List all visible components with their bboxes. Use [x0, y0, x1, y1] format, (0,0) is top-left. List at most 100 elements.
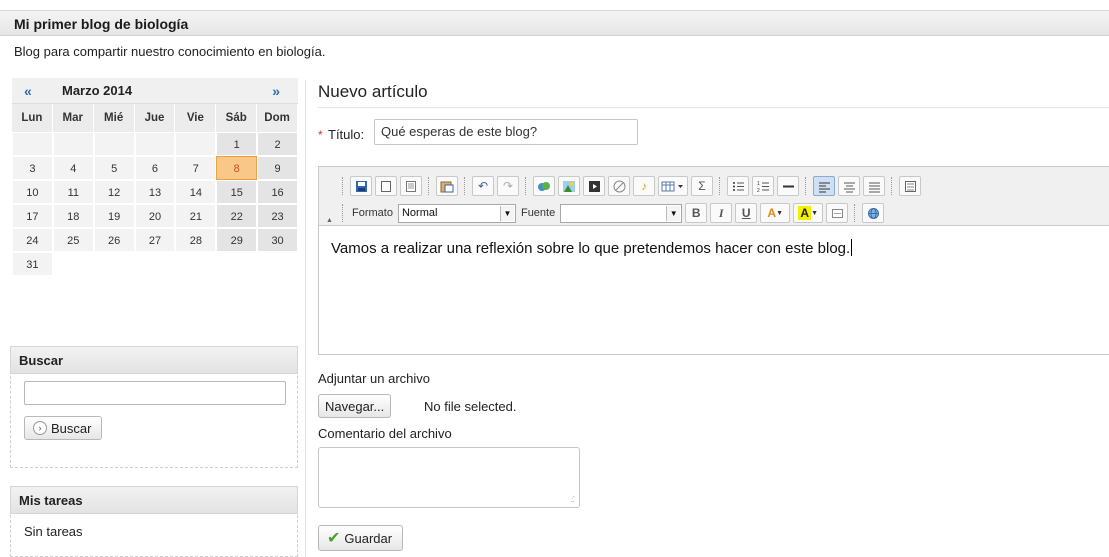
calendar-day[interactable]: 10 [12, 180, 53, 204]
justify-icon[interactable] [863, 176, 885, 196]
numbered-list-icon[interactable]: 12 [752, 176, 774, 196]
calendar-day[interactable]: 22 [216, 204, 258, 228]
calendar-day[interactable]: 9 [257, 156, 298, 180]
underline-icon[interactable]: U [735, 203, 758, 223]
previous-month-button[interactable]: « [24, 83, 32, 99]
calendar-day[interactable]: 13 [134, 180, 176, 204]
calendar-day[interactable]: 18 [52, 204, 94, 228]
calendar-day[interactable]: 19 [93, 204, 135, 228]
remove-format-icon[interactable] [826, 203, 849, 223]
format-label: Formato [352, 207, 393, 219]
font-select[interactable]: ▼ [560, 203, 683, 223]
rich-text-editor: ▲ ↶ ↷ ♪ Σ 12 Formato Normal ▼ Fuente ▼ B… [318, 166, 1109, 355]
resize-grip-icon[interactable]: .:⁚ [570, 495, 575, 504]
align-left-icon[interactable] [813, 176, 835, 196]
italic-icon[interactable]: I [710, 203, 733, 223]
attach-file-label: Adjuntar un archivo [318, 371, 431, 386]
audio-icon[interactable]: ♪ [633, 176, 655, 196]
calendar-day[interactable]: 2 [257, 132, 298, 156]
image-icon[interactable] [558, 176, 580, 196]
calendar-day[interactable]: 23 [257, 204, 298, 228]
calendar-day[interactable]: 26 [93, 228, 135, 252]
calendar-day[interactable]: 15 [216, 180, 258, 204]
calendar-day[interactable]: 16 [257, 180, 298, 204]
preview-icon[interactable] [400, 176, 422, 196]
calendar-month: Marzo 2014 [62, 83, 133, 98]
table-icon[interactable] [658, 176, 688, 196]
weekday-header: Sáb [216, 104, 258, 132]
calendar-day[interactable]: 6 [134, 156, 176, 180]
toolbar-separator [854, 204, 856, 222]
redo-icon[interactable]: ↷ [497, 176, 519, 196]
calendar-day[interactable]: 14 [175, 180, 217, 204]
chevron-right-icon: › [33, 421, 47, 435]
calendar-day[interactable]: 8 [216, 156, 258, 180]
calendar-day[interactable]: 27 [134, 228, 176, 252]
calendar-day[interactable]: 4 [52, 156, 94, 180]
calendar-day[interactable]: 24 [12, 228, 53, 252]
text-caret [851, 239, 853, 256]
title-input[interactable]: Qué esperas de este blog? [374, 119, 638, 145]
align-center-icon[interactable] [838, 176, 860, 196]
calendar-day[interactable]: 21 [175, 204, 217, 228]
calendar: « Marzo 2014 » Lun Mar Mié Jue Vie Sáb Dom 1 2 3 4… [12, 78, 298, 276]
calendar-day[interactable]: 7 [175, 156, 217, 180]
toolbar-handle [342, 177, 344, 195]
svg-text:1: 1 [757, 181, 760, 187]
paste-word-icon[interactable] [436, 176, 458, 196]
tasks-empty-text: Sin tareas [24, 524, 83, 539]
bulleted-list-icon[interactable] [727, 176, 749, 196]
calendar-day[interactable]: 29 [216, 228, 258, 252]
new-page-icon[interactable] [375, 176, 397, 196]
bold-icon[interactable]: B [685, 203, 708, 223]
format-select[interactable]: Normal ▼ [397, 203, 516, 223]
calendar-day[interactable]: 11 [52, 180, 94, 204]
editor-content[interactable]: Vamos a realizar una reflexión sobre lo … [319, 226, 1109, 270]
blog-title-bar: Mi primer blog de biología [0, 10, 1109, 36]
tasks-panel: Mis tareas Sin tareas [10, 486, 298, 557]
weekday-header: Jue [134, 104, 176, 132]
toolbar-row-2: Formato Normal ▼ Fuente ▼ B I U A ▼ A ▼ [339, 203, 885, 223]
format-select-value: Normal [401, 206, 438, 219]
title-label: Título: [328, 127, 365, 142]
calendar-day[interactable]: 5 [93, 156, 135, 180]
calendar-day[interactable]: 30 [257, 228, 298, 252]
link-icon[interactable] [533, 176, 555, 196]
undo-icon[interactable]: ↶ [472, 176, 494, 196]
editor-text: Vamos a realizar una reflexión sobre lo … [331, 240, 851, 257]
calendar-day[interactable]: 3 [12, 156, 53, 180]
save-icon[interactable] [350, 176, 372, 196]
calendar-day[interactable]: 25 [52, 228, 94, 252]
no-file-text: No file selected. [424, 399, 517, 414]
search-panel-title: Buscar [10, 346, 298, 374]
next-month-button[interactable]: » [272, 83, 280, 99]
calendar-day[interactable]: 28 [175, 228, 217, 252]
calendar-day[interactable]: 20 [134, 204, 176, 228]
toolbar-separator [525, 177, 527, 195]
calendar-day[interactable]: 12 [93, 180, 135, 204]
search-button[interactable]: › Buscar [24, 416, 103, 440]
toolbar-collapse-icon[interactable]: ▲ [326, 217, 333, 224]
weekday-header: Mié [93, 104, 135, 132]
file-comment-textarea[interactable]: .:⁚ [318, 447, 580, 508]
horizontal-rule-icon[interactable] [777, 176, 799, 196]
source-code-icon[interactable] [862, 203, 885, 223]
flash-icon[interactable] [608, 176, 630, 196]
blockquote-icon[interactable] [899, 176, 921, 196]
search-panel: Buscar › Buscar [10, 346, 298, 468]
toolbar-separator [719, 177, 721, 195]
text-color-icon[interactable]: A ▼ [760, 203, 791, 223]
browse-button[interactable]: Navegar... [318, 394, 392, 418]
math-icon[interactable]: Σ [691, 176, 713, 196]
calendar-day[interactable]: 31 [12, 252, 53, 276]
calendar-day[interactable]: 17 [12, 204, 53, 228]
video-icon[interactable] [583, 176, 605, 196]
weekday-header: Mar [52, 104, 94, 132]
file-comment-label: Comentario del archivo [318, 426, 452, 441]
editor-toolbar: ▲ ↶ ↷ ♪ Σ 12 Formato Normal ▼ Fuente ▼ B… [319, 167, 1109, 226]
save-button[interactable]: ✔ Guardar [318, 525, 404, 551]
weekday-header: Dom [257, 104, 298, 132]
background-color-icon[interactable]: A ▼ [793, 203, 824, 223]
search-input[interactable] [24, 381, 286, 405]
calendar-day[interactable]: 1 [216, 132, 258, 156]
